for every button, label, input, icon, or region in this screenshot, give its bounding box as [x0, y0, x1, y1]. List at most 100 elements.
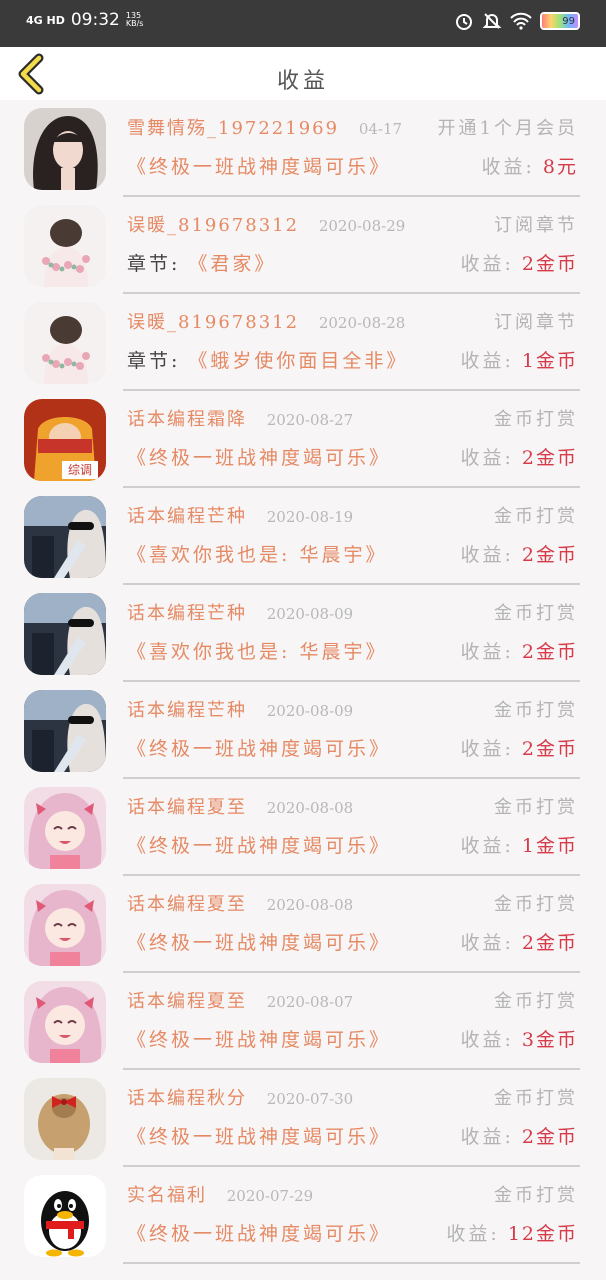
work-title[interactable]: 《终极一班战神度竭可乐》	[127, 738, 391, 760]
earning-value: 1金币	[521, 350, 578, 372]
earning-record-row[interactable]: 话本编程芒种 2020-08-09 金币打赏 《终极一班战神度竭可乐》 收益: 2…	[0, 682, 606, 779]
user-avatar[interactable]	[24, 787, 106, 869]
earning-value: 2金币	[521, 544, 578, 566]
user-name[interactable]: 雪舞情殇_197221969	[127, 118, 339, 139]
user-avatar[interactable]	[24, 205, 106, 287]
alarm-icon	[456, 14, 472, 30]
earning-label: 收益:	[460, 932, 514, 954]
work-title[interactable]: 《终极一班战神度竭可乐》	[127, 447, 391, 469]
user-avatar[interactable]	[24, 108, 106, 190]
record-type: 订阅章节	[494, 312, 578, 333]
record-date: 2020-07-30	[266, 1090, 354, 1108]
record-type: 订阅章节	[494, 215, 578, 236]
record-type: 金币打赏	[494, 409, 578, 430]
earning-value: 2金币	[521, 1126, 578, 1148]
work-title[interactable]: 《终极一班战神度竭可乐》	[127, 1126, 391, 1148]
user-name[interactable]: 话本编程秋分	[127, 1088, 247, 1109]
earning-record-row[interactable]: 话本编程夏至 2020-08-07 金币打赏 《终极一班战神度竭可乐》 收益: 3…	[0, 973, 606, 1070]
earning-record-row[interactable]: 话本编程夏至 2020-08-08 金币打赏 《终极一班战神度竭可乐》 收益: 1…	[0, 779, 606, 876]
earning-record-row[interactable]: 综调 话本编程霜降 2020-08-27 金币打赏 《终极一班战神度竭可乐》 收…	[0, 391, 606, 488]
work-title[interactable]: 《蛾岁使你面目全非》	[188, 350, 408, 372]
earning-label: 收益:	[460, 641, 514, 663]
earning-value: 2金币	[521, 738, 578, 760]
record-date: 2020-08-08	[266, 896, 354, 914]
work-title[interactable]: 《终极一班战神度竭可乐》	[127, 835, 391, 857]
record-date: 2020-08-27	[266, 411, 354, 429]
user-avatar[interactable]: 综调	[24, 399, 106, 481]
earning-value: 3金币	[521, 1029, 578, 1051]
earning-label: 收益:	[460, 253, 514, 275]
svg-text:综调: 综调	[68, 463, 92, 477]
record-type: 金币打赏	[494, 603, 578, 624]
earning-record-row[interactable]: 话本编程芒种 2020-08-09 金币打赏 《喜欢你我也是: 华晨宇》 收益:…	[0, 585, 606, 682]
row-divider	[123, 1262, 580, 1264]
user-avatar[interactable]	[24, 981, 106, 1063]
user-name[interactable]: 实名福利	[127, 1185, 207, 1206]
earning-value: 1金币	[521, 835, 578, 857]
user-avatar[interactable]	[24, 690, 106, 772]
earning-label: 收益:	[460, 835, 514, 857]
user-name[interactable]: 话本编程芒种	[127, 700, 247, 721]
earning-label: 收益:	[481, 156, 535, 178]
earning-value: 2金币	[521, 447, 578, 469]
page-title: 收益	[276, 69, 329, 94]
earning-value: 2金币	[521, 641, 578, 663]
earning-label: 收益:	[460, 738, 514, 760]
work-title[interactable]: 《喜欢你我也是: 华晨宇》	[127, 641, 387, 663]
work-title[interactable]: 《喜欢你我也是: 华晨宇》	[127, 544, 387, 566]
earning-record-row[interactable]: 话本编程芒种 2020-08-19 金币打赏 《喜欢你我也是: 华晨宇》 收益:…	[0, 488, 606, 585]
user-name[interactable]: 话本编程夏至	[127, 894, 247, 915]
earning-value: 2金币	[521, 253, 578, 275]
user-name[interactable]: 误暖_819678312	[127, 215, 299, 236]
earning-label: 收益:	[460, 544, 514, 566]
battery-icon: 99	[540, 12, 580, 30]
earning-label: 收益:	[460, 350, 514, 372]
earning-record-row[interactable]: 话本编程秋分 2020-07-30 金币打赏 《终极一班战神度竭可乐》 收益: 2…	[0, 1070, 606, 1167]
user-avatar[interactable]	[24, 593, 106, 675]
record-type: 金币打赏	[494, 506, 578, 527]
user-avatar[interactable]	[24, 302, 106, 384]
status-bar: 4G HD 09:32 135 KB/s 99	[0, 0, 606, 47]
record-type: 金币打赏	[494, 1088, 578, 1109]
user-name[interactable]: 话本编程夏至	[127, 797, 247, 818]
earning-record-row[interactable]: 实名福利 2020-07-29 金币打赏 《终极一班战神度竭可乐》 收益: 12金…	[0, 1167, 606, 1264]
earning-label: 收益:	[460, 447, 514, 469]
user-name[interactable]: 话本编程芒种	[127, 603, 247, 624]
record-date: 2020-08-07	[266, 993, 354, 1011]
user-avatar[interactable]	[24, 496, 106, 578]
battery-level: 99	[562, 15, 575, 27]
record-date: 2020-08-09	[266, 605, 354, 623]
user-name[interactable]: 话本编程夏至	[127, 991, 247, 1012]
user-avatar[interactable]	[24, 884, 106, 966]
record-date: 2020-07-29	[226, 1187, 314, 1205]
earnings-list: 雪舞情殇_197221969 04-17 开通1个月会员 《终极一班战神度竭可乐…	[0, 100, 606, 1264]
earning-record-row[interactable]: 误暖_819678312 2020-08-28 订阅章节 章节: 《蛾岁使你面目全…	[0, 294, 606, 391]
earning-value: 2金币	[521, 932, 578, 954]
earning-label: 收益:	[460, 1029, 514, 1051]
earning-record-row[interactable]: 误暖_819678312 2020-08-29 订阅章节 章节: 《君家》 收益:…	[0, 197, 606, 294]
work-title[interactable]: 《终极一班战神度竭可乐》	[127, 932, 391, 954]
network-indicator: 4G HD	[26, 13, 65, 27]
network-speed: 135 KB/s	[125, 11, 144, 28]
wifi-icon	[510, 12, 532, 30]
earning-label: 收益:	[460, 1126, 514, 1148]
work-title[interactable]: 《终极一班战神度竭可乐》	[127, 156, 391, 178]
earning-record-row[interactable]: 话本编程夏至 2020-08-08 金币打赏 《终极一班战神度竭可乐》 收益: 2…	[0, 876, 606, 973]
user-name[interactable]: 误暖_819678312	[127, 312, 299, 333]
earning-record-row[interactable]: 雪舞情殇_197221969 04-17 开通1个月会员 《终极一班战神度竭可乐…	[0, 100, 606, 197]
user-name[interactable]: 话本编程芒种	[127, 506, 247, 527]
user-avatar[interactable]	[24, 1175, 106, 1257]
record-date: 2020-08-08	[266, 799, 354, 817]
work-title[interactable]: 《终极一班战神度竭可乐》	[127, 1223, 391, 1245]
earning-value: 8元	[542, 156, 578, 178]
user-name[interactable]: 话本编程霜降	[127, 409, 247, 430]
work-title[interactable]: 《君家》	[188, 253, 276, 275]
record-date: 2020-08-09	[266, 702, 354, 720]
user-avatar[interactable]	[24, 1078, 106, 1160]
record-date: 2020-08-19	[266, 508, 354, 526]
record-type: 金币打赏	[494, 1185, 578, 1206]
record-type: 金币打赏	[494, 797, 578, 818]
work-title[interactable]: 《终极一班战神度竭可乐》	[127, 1029, 391, 1051]
earning-label: 收益:	[446, 1223, 500, 1245]
chapter-prefix: 章节:	[127, 253, 181, 275]
